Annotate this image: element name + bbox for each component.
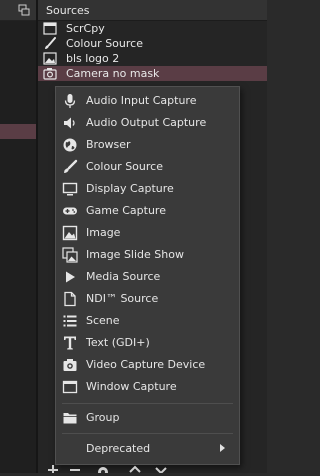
gear-icon[interactable]: [96, 463, 110, 476]
file-icon: [62, 291, 78, 307]
left-dock-header: [0, 0, 36, 21]
text-icon: [62, 335, 78, 351]
source-item-label: bls logo 2: [66, 52, 120, 65]
monitor-icon: [62, 181, 78, 197]
source-item-colour-source[interactable]: Colour Source: [38, 36, 267, 51]
paint-brush-icon: [62, 159, 78, 175]
menu-item-label: Image Slide Show: [86, 248, 184, 261]
window-capture-icon: [43, 22, 57, 35]
move-down-icon[interactable]: [154, 463, 168, 474]
menu-item-colour-source[interactable]: Colour Source: [56, 156, 239, 178]
menu-item-ndi-source[interactable]: NDI™ Source: [56, 288, 239, 310]
sources-dock-title: Sources: [46, 4, 90, 17]
menu-item-video-capture-device[interactable]: Video Capture Device: [56, 354, 239, 376]
menu-item-label: Audio Output Capture: [86, 116, 207, 129]
menu-item-game-capture[interactable]: Game Capture: [56, 200, 239, 222]
undock-icon[interactable]: [18, 4, 30, 16]
menu-item-label: Text (GDI+): [86, 336, 150, 349]
source-item-label: Camera no mask: [66, 67, 160, 80]
menu-item-label: Deprecated: [86, 442, 151, 455]
source-item-label: ScrCpy: [66, 22, 105, 35]
menu-item-label: Image: [86, 226, 121, 239]
sources-dock-header: Sources: [38, 0, 267, 21]
menu-item-label: NDI™ Source: [86, 292, 159, 305]
camera-icon: [62, 357, 78, 373]
paint-brush-icon: [43, 37, 57, 50]
menu-item-label: Display Capture: [86, 182, 174, 195]
sources-toolbar: [38, 463, 267, 476]
menu-item-text-gdi[interactable]: Text (GDI+): [56, 332, 239, 354]
source-item-label: Colour Source: [66, 37, 143, 50]
menu-item-label: Video Capture Device: [86, 358, 206, 371]
menu-item-group[interactable]: Group: [56, 407, 239, 429]
menu-item-image[interactable]: Image: [56, 222, 239, 244]
slideshow-icon: [62, 247, 78, 263]
window-icon: [62, 379, 78, 395]
menu-item-audio-input-capture[interactable]: Audio Input Capture: [56, 90, 239, 112]
menu-separator: [62, 403, 233, 404]
list-icon: [62, 313, 78, 329]
globe-icon: [62, 137, 78, 153]
source-item-camera-no-mask[interactable]: Camera no mask: [38, 66, 267, 81]
menu-item-label: Audio Input Capture: [86, 94, 197, 107]
gamepad-icon: [62, 203, 78, 219]
menu-item-image-slide-show[interactable]: Image Slide Show: [56, 244, 239, 266]
menu-item-media-source[interactable]: Media Source: [56, 266, 239, 288]
menu-item-label: Group: [86, 411, 120, 424]
menu-item-browser[interactable]: Browser: [56, 134, 239, 156]
image-icon: [43, 52, 57, 65]
move-up-icon[interactable]: [128, 463, 142, 473]
add-source-icon[interactable]: [46, 463, 60, 473]
left-dock-panel: [0, 0, 36, 473]
folder-icon: [62, 410, 78, 426]
microphone-icon: [62, 93, 78, 109]
menu-item-window-capture[interactable]: Window Capture: [56, 376, 239, 398]
menu-item-deprecated[interactable]: Deprecated: [56, 438, 239, 460]
remove-source-icon[interactable]: [68, 463, 82, 473]
left-list-selection[interactable]: [0, 124, 36, 139]
menu-item-label: Game Capture: [86, 204, 166, 217]
play-icon: [62, 269, 78, 285]
source-item-bls-logo-2[interactable]: bls logo 2: [38, 51, 267, 66]
source-item-scrcpy[interactable]: ScrCpy: [38, 21, 267, 36]
menu-item-scene[interactable]: Scene: [56, 310, 239, 332]
menu-item-label: Window Capture: [86, 380, 177, 393]
menu-item-display-capture[interactable]: Display Capture: [56, 178, 239, 200]
menu-item-label: Scene: [86, 314, 120, 327]
menu-item-audio-output-capture[interactable]: Audio Output Capture: [56, 112, 239, 134]
submenu-arrow-icon: [220, 444, 225, 452]
menu-item-label: Colour Source: [86, 160, 163, 173]
menu-item-label: Media Source: [86, 270, 161, 283]
camera-icon: [43, 67, 57, 80]
add-source-context-menu: Audio Input Capture Audio Output Capture…: [55, 86, 240, 465]
speaker-icon: [62, 115, 78, 131]
sources-list: ScrCpy Colour Source bls logo 2 Camera n…: [38, 21, 267, 81]
menu-separator: [62, 433, 233, 434]
image-icon: [62, 225, 78, 241]
menu-item-label: Browser: [86, 138, 131, 151]
